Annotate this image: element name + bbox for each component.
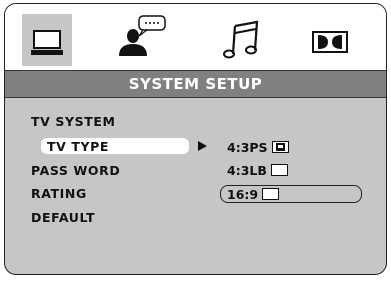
aspect-lb-icon <box>270 164 288 176</box>
tab-dolby-setup[interactable] <box>305 14 355 66</box>
menu-item-rating[interactable]: RATING <box>31 186 87 201</box>
tab-audio-setup[interactable] <box>219 14 269 66</box>
menu-item-default[interactable]: DEFAULT <box>31 210 95 225</box>
aspect-ps-icon <box>271 141 289 153</box>
option-label: 16:9 <box>227 187 259 202</box>
menu-item-pass-word[interactable]: PASS WORD <box>31 163 120 178</box>
tab-language-setup[interactable] <box>113 14 166 66</box>
dolby-icon <box>312 31 348 53</box>
aspect-wide-icon <box>262 188 279 200</box>
tv-monitor-icon <box>31 30 63 55</box>
option-label: 4:3LB <box>227 163 267 178</box>
option-label: 4:3PS <box>227 140 268 155</box>
selection-arrow-icon <box>198 141 207 151</box>
menu-item-tv-type[interactable]: TV TYPE <box>41 138 189 154</box>
setup-tab-bar <box>5 4 386 70</box>
option-16-9[interactable]: 16:9 <box>220 185 362 203</box>
speech-person-icon <box>119 15 166 56</box>
menu-header: SYSTEM SETUP <box>5 70 386 98</box>
music-note-icon <box>223 20 259 59</box>
menu-item-tv-system[interactable]: TV SYSTEM <box>31 114 116 129</box>
menu-item-label: TV TYPE <box>47 139 110 154</box>
menu-title: SYSTEM SETUP <box>128 75 263 93</box>
setup-menu-window: SYSTEM SETUP TV SYSTEM TV TYPE PASS WORD… <box>4 3 387 275</box>
tab-system-setup[interactable] <box>22 14 72 66</box>
option-4-3-lb[interactable]: 4:3LB <box>227 163 288 178</box>
option-4-3-ps[interactable]: 4:3PS <box>227 140 289 155</box>
